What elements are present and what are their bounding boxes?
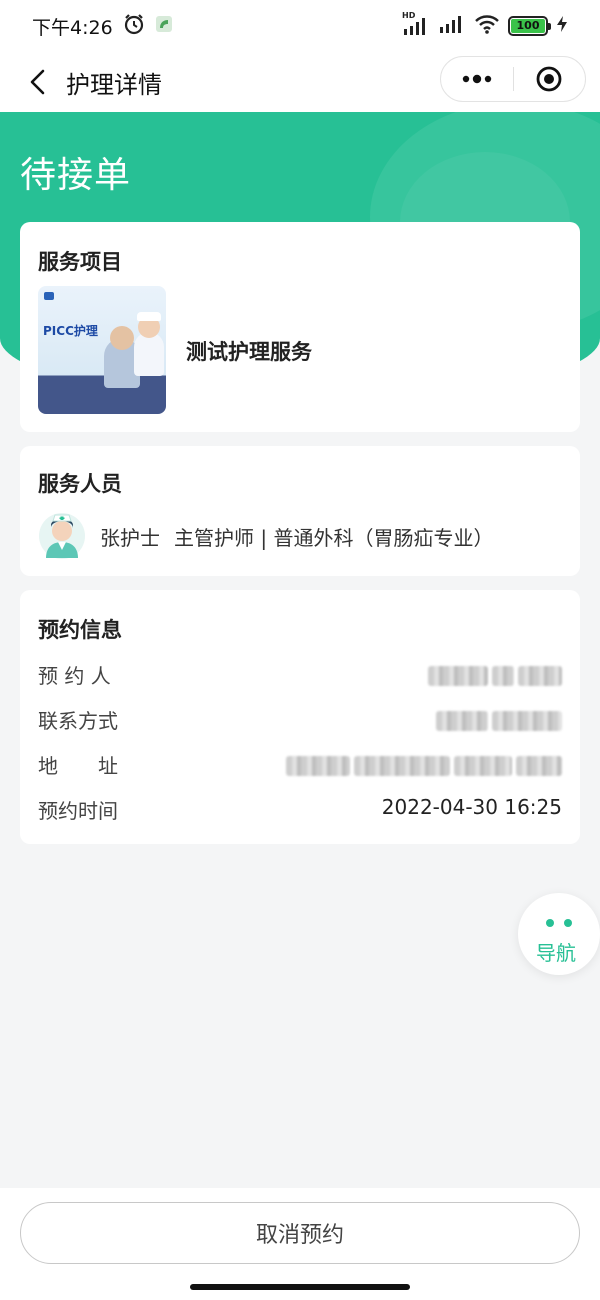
nurse-figure (134, 332, 164, 376)
status-time: 下午4:26 (32, 16, 113, 39)
target-close-icon (536, 66, 562, 92)
order-status: 待接单 (20, 155, 132, 196)
home-indicator[interactable] (190, 1284, 410, 1290)
bottom-action-bar: 取消预约 (0, 1188, 600, 1300)
nurse-avatar (38, 508, 86, 560)
redacted-value (432, 711, 562, 731)
staff-section-title: 服务人员 (38, 472, 122, 496)
more-button[interactable] (441, 57, 513, 101)
staff-department: 普通外科（胃肠疝专业） (273, 526, 494, 550)
navigation-button[interactable]: 导航 (518, 893, 600, 975)
chevron-left-icon (30, 69, 45, 95)
service-card: 服务项目 PICC护理 测试护理服务 (20, 222, 580, 432)
nav-bar: 护理详情 (0, 52, 600, 112)
booking-row-phone: 联系方式 (38, 705, 562, 735)
hospital-logo-icon (44, 292, 54, 300)
network-badge: HD (402, 11, 416, 20)
booking-label: 地 址 (38, 754, 118, 778)
navigation-label: 导航 (536, 941, 576, 965)
alarm-icon (123, 13, 145, 39)
staff-title: 主管护师 (174, 526, 254, 550)
booking-label: 联系方式 (38, 709, 118, 733)
app-notification-icon (155, 15, 173, 37)
booking-card: 预约信息 预 约 人 联系方式 地 址 预约时间 2022-04-30 16:2… (20, 590, 580, 844)
status-bar: 下午4:26 HD 100 (0, 0, 600, 52)
redacted-value (424, 666, 562, 686)
cancel-booking-button[interactable]: 取消预约 (20, 1202, 580, 1264)
staff-card: 服务人员 张护士 主管护师 | 普通外科（胃肠疝专业） (20, 446, 580, 576)
thumbnail-headline: PICC护理 (43, 324, 98, 338)
staff-name: 张护士 (100, 526, 160, 550)
service-name: 测试护理服务 (186, 340, 312, 364)
booking-time-value: 2022-04-30 16:25 (381, 795, 562, 819)
booking-label: 预约时间 (38, 799, 118, 823)
charging-icon (556, 15, 568, 37)
wifi-icon (474, 13, 500, 39)
more-dots-icon (462, 74, 491, 84)
hd-signal-icon: HD (402, 11, 430, 37)
booking-row-address: 地 址 (38, 750, 562, 780)
page-title: 护理详情 (66, 70, 162, 99)
booking-row-time: 预约时间 2022-04-30 16:25 (38, 795, 562, 825)
staff-info: 张护士 主管护师 | 普通外科（胃肠疝专业） (100, 526, 494, 550)
service-section-title: 服务项目 (38, 250, 122, 274)
navigation-dots-icon (546, 919, 576, 927)
mini-program-capsule (440, 56, 586, 102)
booking-row-contact-person: 预 约 人 (38, 660, 562, 690)
service-thumbnail[interactable]: PICC护理 (38, 286, 166, 414)
booking-label: 预 约 人 (38, 664, 111, 688)
battery-level: 100 (511, 19, 545, 33)
signal-icon (438, 13, 466, 39)
battery-icon: 100 (508, 16, 551, 36)
booking-section-title: 预约信息 (38, 618, 122, 642)
close-button[interactable] (514, 57, 586, 101)
back-button[interactable] (14, 58, 62, 106)
redacted-value (282, 756, 562, 776)
